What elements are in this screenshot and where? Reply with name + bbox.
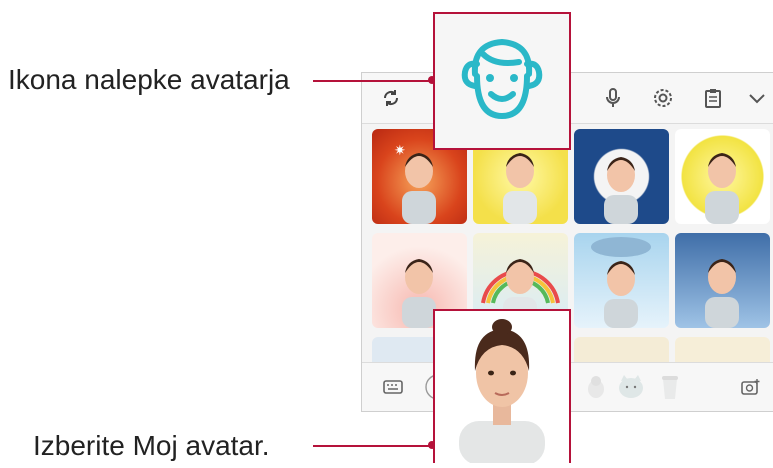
cat-sticker-icon[interactable] [616,371,646,401]
svg-text:✷: ✷ [394,142,406,158]
avatar-sticker[interactable] [574,129,669,224]
sticker-grid: ✷ [372,129,772,389]
avatar-sticker[interactable] [574,233,669,328]
add-camera-icon[interactable] [740,376,762,398]
callout-line [313,445,431,447]
microphone-icon[interactable] [602,87,624,109]
avatar-sticker-icon [461,38,543,120]
keyboard-icon[interactable] [382,376,404,398]
my-avatar-callout-label: Izberite Moj avatar. [33,430,270,461]
refresh-icon[interactable] [380,87,402,109]
chick-sticker-icon[interactable] [582,373,610,401]
clipboard-icon[interactable] [702,87,724,109]
callout-line [313,80,431,82]
avatar-sticker[interactable] [675,233,770,328]
avatar-sticker[interactable] [675,129,770,224]
chevron-down-icon[interactable] [746,87,768,109]
my-avatar-callout[interactable] [433,309,571,465]
sticker-icon-callout-label: Ikona nalepke avatarja [8,64,290,95]
my-avatar-image [459,319,545,465]
settings-icon[interactable] [652,87,674,109]
avatar-sticker-icon-callout[interactable] [433,12,571,150]
cup-sticker-icon[interactable] [656,371,684,401]
